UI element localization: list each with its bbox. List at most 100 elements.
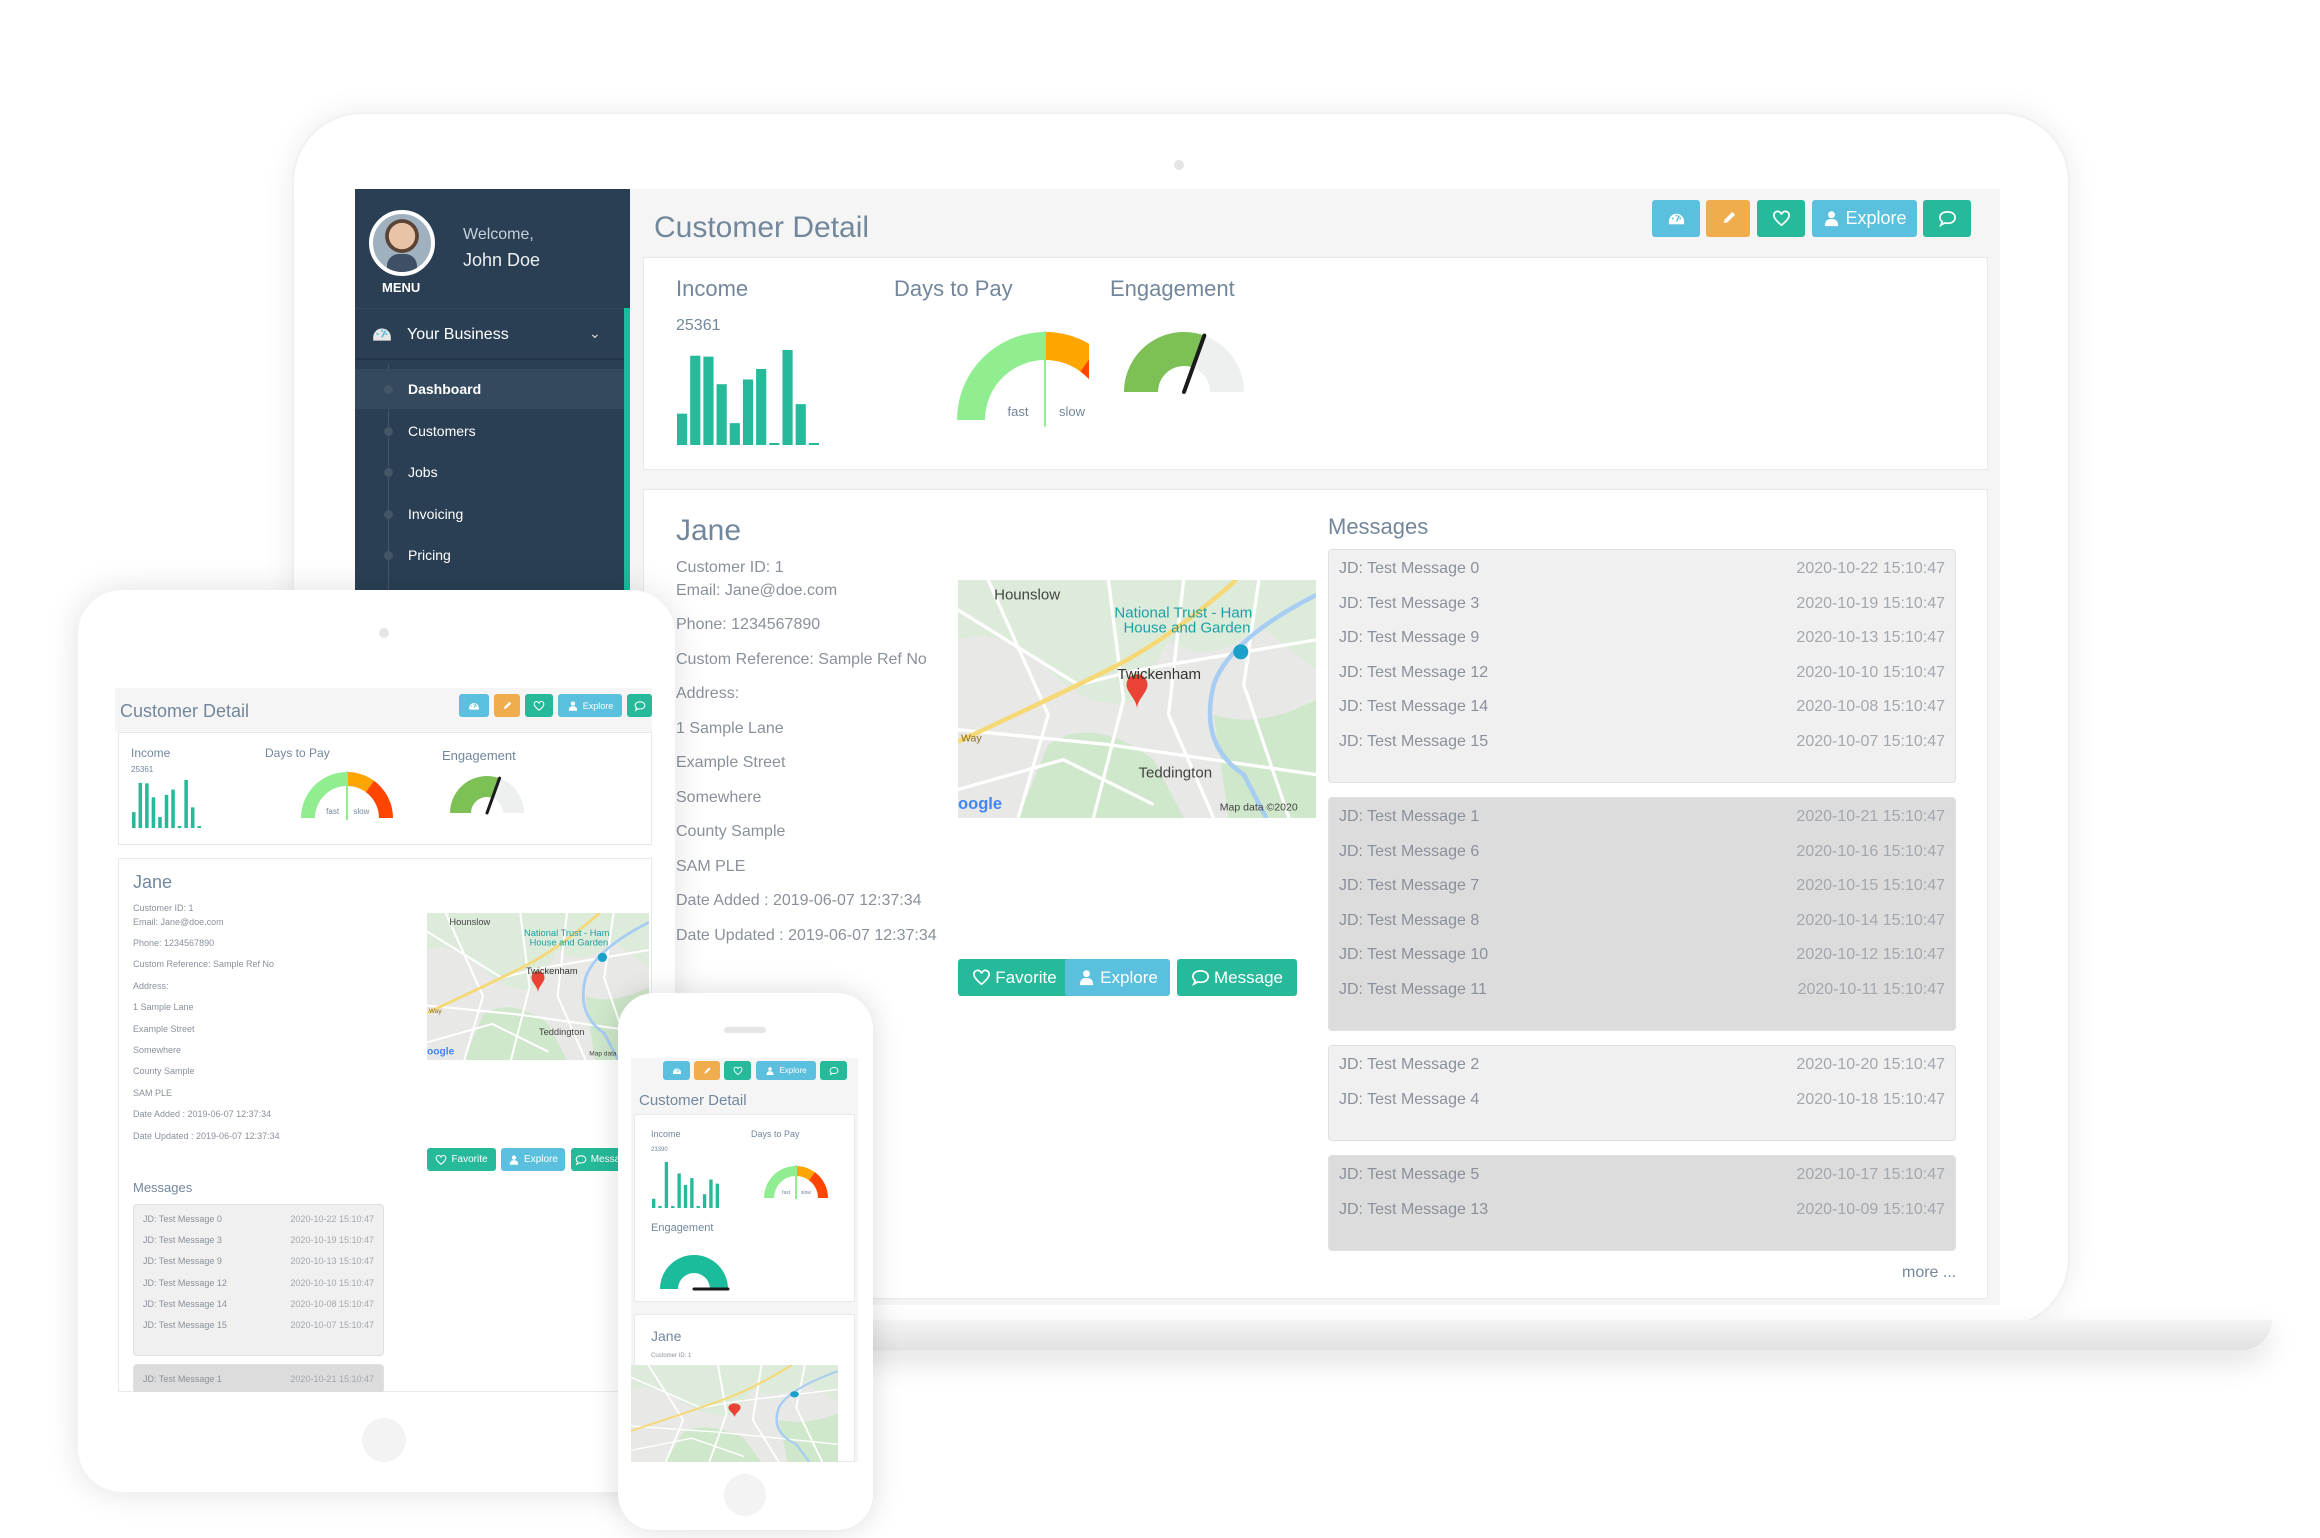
income-label: Income xyxy=(676,276,749,301)
message-item[interactable]: JD: Test Message 1 2020-10-21 15:10:47 xyxy=(134,1374,383,1384)
message-text: JD: Test Message 1 xyxy=(1339,808,1480,825)
map-label-twickenham: Twickenham xyxy=(526,966,578,976)
phone-home-button[interactable] xyxy=(724,1474,766,1516)
edit-button[interactable] xyxy=(1706,200,1750,237)
message-item[interactable]: JD: Test Message 12 2020-10-10 15:10:47 xyxy=(1329,664,1955,682)
sidebar-item-dashboard[interactable]: Dashboard xyxy=(355,369,624,409)
engagement-gauge xyxy=(1124,332,1244,394)
google-logo: oogle xyxy=(958,795,1002,813)
location-map[interactable] xyxy=(631,1365,838,1462)
income-bar xyxy=(709,1179,713,1208)
message-item[interactable]: JD: Test Message 9 2020-10-13 15:10:47 xyxy=(134,1256,383,1266)
message-item[interactable]: JD: Test Message 0 2020-10-22 15:10:47 xyxy=(1329,560,1955,578)
laptop-camera xyxy=(1174,160,1184,170)
engagement-label: Engagement xyxy=(1110,276,1235,301)
favorite-button[interactable] xyxy=(724,1061,751,1080)
gauge-slow-label: slow xyxy=(353,807,369,816)
message-text: JD: Test Message 13 xyxy=(1339,1200,1489,1218)
favorite-button[interactable] xyxy=(525,694,553,717)
action-label: Explore xyxy=(524,1154,558,1165)
engagement-label: Engagement xyxy=(442,748,516,763)
sidebar-item-customers[interactable]: Customers xyxy=(355,411,624,451)
sidebar-item-jobs[interactable]: Jobs xyxy=(355,452,624,492)
edit-button[interactable] xyxy=(494,694,520,717)
stats-panel: Income 25361 Days to Pay fast slow Engage… xyxy=(118,732,652,845)
explore-button[interactable]: Explore xyxy=(1065,959,1170,996)
message-item[interactable]: JD: Test Message 15 2020-10-07 15:10:47 xyxy=(1329,733,1955,751)
message-item[interactable]: JD: Test Message 0 2020-10-22 15:10:47 xyxy=(134,1214,383,1224)
message-item[interactable]: JD: Test Message 13 2020-10-09 15:10:47 xyxy=(1329,1201,1955,1219)
days-to-pay-gauge: fast slow xyxy=(957,331,1089,427)
sidebar-item-dot xyxy=(384,385,393,394)
gauge-fast-label: fast xyxy=(782,1190,791,1196)
income-bar xyxy=(808,443,819,445)
messages-title: Messages xyxy=(133,1180,193,1195)
more-messages-link[interactable]: more ... xyxy=(1902,1265,1956,1281)
message-item[interactable]: JD: Test Message 6 2020-10-16 15:10:47 xyxy=(1329,843,1955,861)
avatar[interactable] xyxy=(369,210,435,276)
sidebar-item-pricing[interactable]: Pricing xyxy=(355,535,624,575)
message-item[interactable]: JD: Test Message 1 2020-10-21 15:10:47 xyxy=(1329,808,1955,826)
user-icon xyxy=(1822,209,1841,228)
message-item[interactable]: JD: Test Message 14 2020-10-08 15:10:47 xyxy=(1329,698,1955,716)
explore-button[interactable]: Explore xyxy=(558,694,622,717)
location-map[interactable]: HounslowNational Trust - HamHouse and Ga… xyxy=(958,580,1316,818)
income-bar xyxy=(683,1185,688,1208)
message-item[interactable]: JD: Test Message 4 2020-10-18 15:10:47 xyxy=(1329,1091,1955,1109)
favorite-button[interactable]: Favorite xyxy=(958,959,1071,996)
dashboard-button[interactable] xyxy=(459,694,489,717)
customer-info-line: Date Added : 2019-06-07 12:37:34 xyxy=(676,892,922,909)
menu-label[interactable]: MENU xyxy=(382,281,420,294)
message-item[interactable]: JD: Test Message 15 2020-10-07 15:10:47 xyxy=(134,1320,383,1330)
sidebar-item-label: Pricing xyxy=(408,547,451,563)
laptop-base xyxy=(840,1320,2272,1350)
message-date: 2020-10-17 15:10:47 xyxy=(1796,1166,1945,1183)
sidebar-item-invoicing[interactable]: Invoicing xyxy=(355,494,624,534)
days-to-pay-gauge-clip: fast slow xyxy=(957,328,1089,428)
sidebar-item-label: Customers xyxy=(408,422,476,439)
dashboard-button[interactable] xyxy=(1652,200,1700,237)
income-bar xyxy=(197,826,201,828)
explore-button[interactable]: Explore xyxy=(756,1061,816,1080)
message-item[interactable]: JD: Test Message 12 2020-10-10 15:10:47 xyxy=(134,1278,383,1288)
message-item[interactable]: JD: Test Message 3 2020-10-19 15:10:47 xyxy=(1329,595,1955,613)
explore-button[interactable]: Explore xyxy=(1812,200,1917,237)
customer-info-line: SAM PLE xyxy=(133,1087,173,1098)
message-item[interactable]: JD: Test Message 5 2020-10-17 15:10:47 xyxy=(1329,1166,1955,1184)
customer-info-line: Example Street xyxy=(133,1023,195,1034)
message-item[interactable]: JD: Test Message 11 2020-10-11 15:10:47 xyxy=(1329,981,1955,999)
sidebar-item-label: Invoicing xyxy=(408,505,464,522)
favorite-button[interactable] xyxy=(1757,200,1805,237)
location-map[interactable]: HounslowNational Trust - HamHouse and Ga… xyxy=(427,913,649,1060)
message-item[interactable]: JD: Test Message 10 2020-10-12 15:10:47 xyxy=(1329,946,1955,964)
message-button[interactable] xyxy=(820,1061,847,1080)
message-button[interactable] xyxy=(627,694,652,717)
sidebar-section-your-business[interactable]: Your Business ⌄ xyxy=(355,308,630,360)
action-label: Favorite xyxy=(995,967,1057,987)
sidebar-item-dot xyxy=(384,468,393,477)
favorite-button[interactable]: Favorite xyxy=(427,1148,496,1171)
message-item[interactable]: JD: Test Message 7 2020-10-15 15:10:47 xyxy=(1329,877,1955,895)
message-button[interactable]: Message xyxy=(1177,959,1297,996)
customer-info-line: Customer ID: 1 xyxy=(676,559,784,576)
message-item[interactable]: JD: Test Message 14 2020-10-08 15:10:47 xyxy=(134,1299,383,1309)
tablet-home-button[interactable] xyxy=(362,1418,406,1462)
customer-info-line: Date Added : 2019-06-07 12:37:34 xyxy=(133,1109,272,1120)
message-item[interactable]: JD: Test Message 2 2020-10-20 15:10:47 xyxy=(1329,1056,1955,1074)
edit-button[interactable] xyxy=(694,1061,720,1080)
explore-button[interactable]: Explore xyxy=(501,1148,565,1171)
message-item[interactable]: JD: Test Message 8 2020-10-14 15:10:47 xyxy=(1329,912,1955,930)
message-text: JD: Test Message 15 xyxy=(1339,732,1489,750)
income-bar xyxy=(164,794,169,828)
map-attribution: Map data ©2020 xyxy=(1220,802,1298,814)
message-item[interactable]: JD: Test Message 3 2020-10-19 15:10:47 xyxy=(134,1235,383,1245)
message-button[interactable] xyxy=(1923,200,1971,237)
message-date: 2020-10-19 15:10:47 xyxy=(290,1235,374,1246)
dashboard-button[interactable] xyxy=(663,1061,690,1080)
comment-icon xyxy=(829,1066,839,1076)
income-bar xyxy=(138,782,143,828)
income-bar-chart xyxy=(652,1162,719,1208)
explore-label: Explore xyxy=(1845,208,1907,228)
income-bar xyxy=(158,816,162,828)
message-item[interactable]: JD: Test Message 9 2020-10-13 15:10:47 xyxy=(1329,629,1955,647)
